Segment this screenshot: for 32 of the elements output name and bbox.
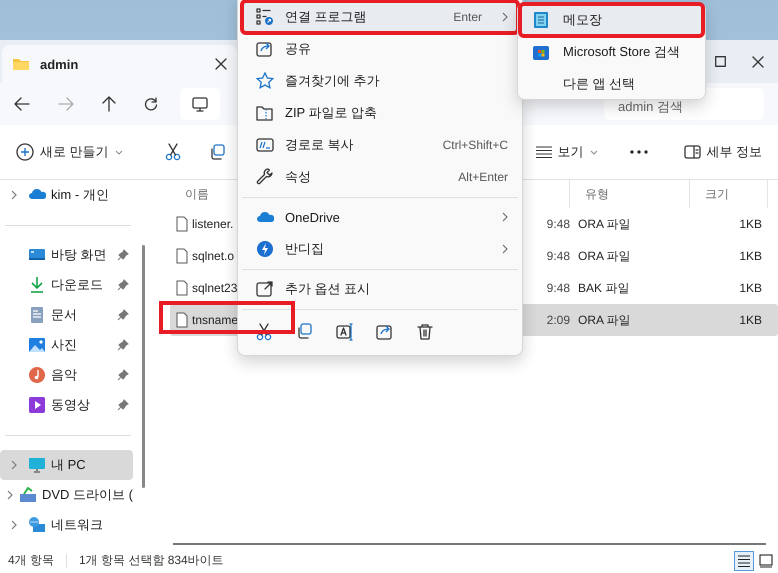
selection-info: 1개 항목 선택함 834바이트 — [79, 552, 224, 569]
sidebar-label: 음악 — [51, 366, 78, 384]
file-name: sqlnet23 — [192, 281, 238, 295]
file-size: 1KB — [738, 281, 763, 295]
shortcut-text: Alt+Enter — [458, 170, 508, 184]
file-date: 2:09 — [546, 313, 570, 327]
file-date: 9:48 — [546, 249, 570, 263]
tab-title: admin — [40, 56, 80, 72]
shortcut-text: Ctrl+Shift+C — [442, 138, 508, 152]
sidebar-label: 다운로드 — [51, 276, 104, 294]
file-size: 1KB — [738, 217, 763, 231]
file-type: ORA 파일 — [577, 248, 632, 264]
sidebar-label: 사진 — [51, 336, 78, 354]
file-type: BAK 파일 — [577, 280, 630, 296]
sidebar-label: kim - 개인 — [51, 186, 110, 204]
item-count: 4개 항목 — [8, 552, 54, 569]
file-type: ORA 파일 — [577, 216, 632, 232]
file-size: 1KB — [738, 313, 763, 327]
file-name: listener. — [192, 217, 234, 231]
sidebar-label: 바탕 화면 — [51, 246, 108, 264]
sidebar-label: DVD 드라이브 ( — [42, 486, 133, 504]
sidebar-label: 문서 — [51, 306, 78, 324]
file-date: 9:48 — [546, 281, 570, 295]
file-size: 1KB — [738, 249, 763, 263]
file-name: tnsname — [192, 313, 238, 327]
file-type: ORA 파일 — [577, 312, 632, 328]
sidebar-label: 내 PC — [51, 456, 87, 474]
sidebar-label: 동영상 — [51, 396, 91, 414]
file-date: 9:48 — [546, 217, 570, 231]
sidebar-label: 네트워크 — [51, 516, 104, 534]
file-name: sqlnet.o — [192, 249, 234, 263]
shortcut-text: Enter — [453, 10, 482, 24]
